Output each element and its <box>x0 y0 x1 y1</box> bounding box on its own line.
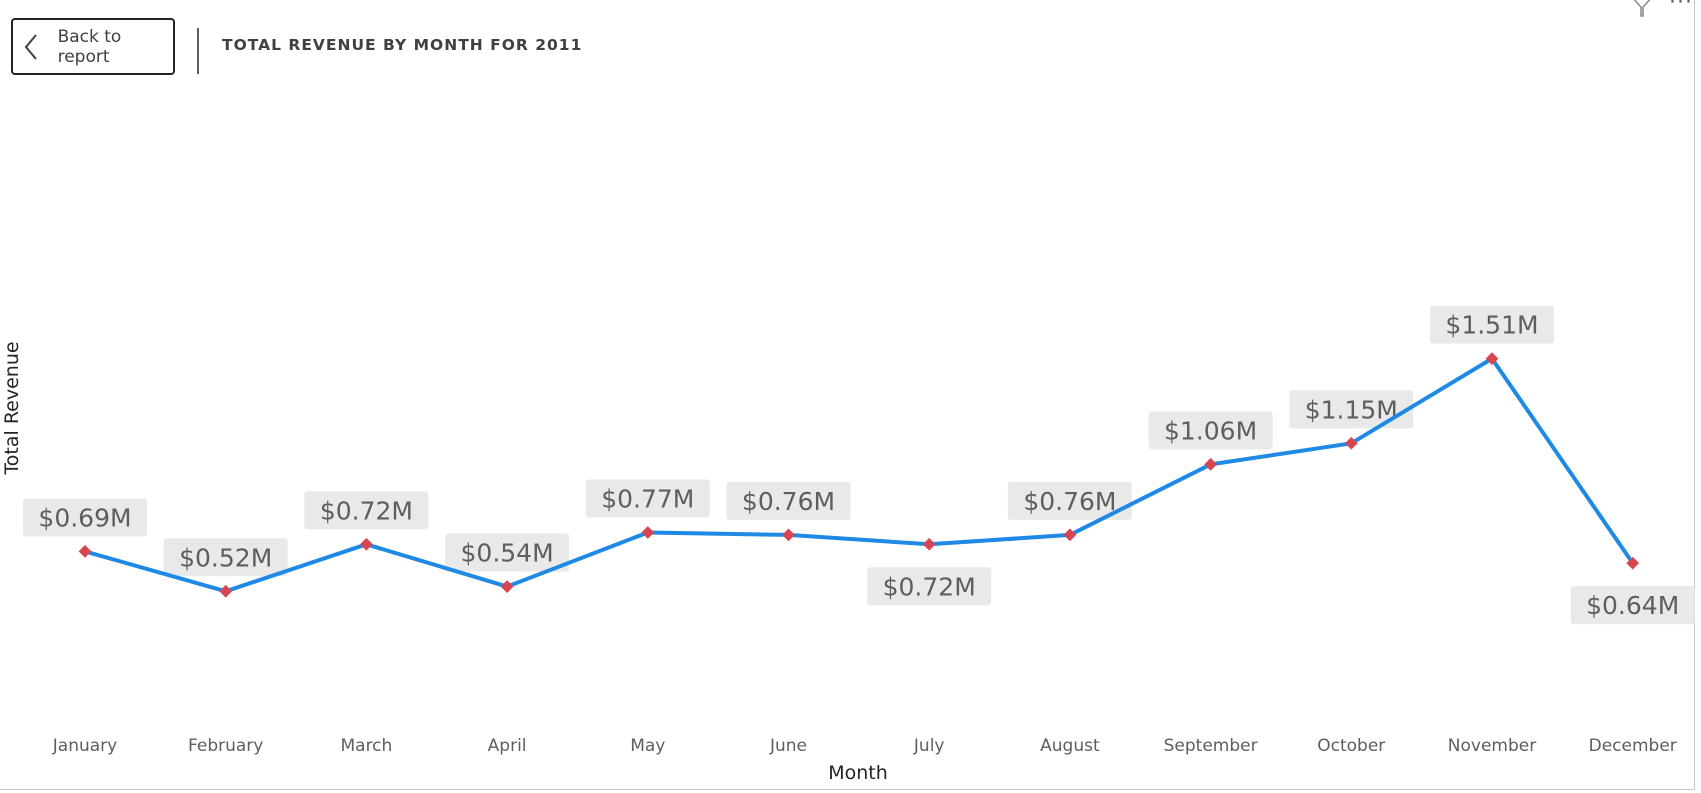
x-axis-ticks: January February March April May June July Augu… <box>52 736 1677 756</box>
data-point-marker[interactable] <box>922 537 936 551</box>
x-tick-label: April <box>488 736 527 756</box>
data-point-marker[interactable] <box>782 528 795 542</box>
data-label-text: $0.72M <box>883 572 976 601</box>
y-axis-title: Total Revenue <box>1 341 23 475</box>
data-label: $0.72M <box>304 491 429 530</box>
x-axis-title: Month <box>828 762 888 784</box>
x-tick-label: February <box>188 736 263 756</box>
x-tick-label: May <box>630 736 665 756</box>
data-label: $0.77M <box>585 479 710 518</box>
line-chart: $0.69M $0.52M $0.72M $0.54M $0.77M $0.76M $0.7… <box>1 305 1695 784</box>
x-tick-label: November <box>1448 736 1536 756</box>
data-label: $0.52M <box>163 538 288 577</box>
data-label-text: $0.54M <box>461 539 554 568</box>
data-label: $1.15M <box>1289 390 1414 429</box>
data-point-marker[interactable] <box>219 584 233 598</box>
x-tick-label: June <box>769 736 807 756</box>
data-label-text: $0.52M <box>179 543 272 572</box>
data-label-text: $0.72M <box>320 496 413 525</box>
x-tick-label: August <box>1040 736 1100 756</box>
data-label: $0.72M <box>867 567 992 606</box>
data-label-text: $0.76M <box>1023 487 1116 516</box>
x-tick-label: October <box>1317 736 1385 756</box>
x-tick-label: July <box>913 736 945 756</box>
data-label-text: $0.64M <box>1586 591 1679 620</box>
data-label: $0.69M <box>23 498 147 537</box>
data-point-marker[interactable] <box>641 526 655 539</box>
data-label-text: $1.06M <box>1164 416 1257 445</box>
x-tick-label: March <box>340 736 392 756</box>
data-label-text: $0.69M <box>38 503 131 532</box>
data-point-marker[interactable] <box>78 545 92 558</box>
x-tick-label: January <box>52 736 117 756</box>
data-label: $1.06M <box>1148 411 1273 450</box>
data-label-text: $0.77M <box>601 485 694 514</box>
data-point-marker[interactable] <box>500 580 514 593</box>
x-tick-label: September <box>1164 736 1258 756</box>
data-label: $0.64M <box>1570 586 1695 625</box>
data-label: $0.54M <box>445 533 570 572</box>
data-point-marker[interactable] <box>360 537 373 551</box>
data-label-text: $1.51M <box>1445 311 1538 340</box>
data-label-text: $1.15M <box>1305 395 1398 424</box>
data-label: $1.51M <box>1430 305 1554 344</box>
data-label: $0.76M <box>726 481 851 520</box>
data-label-text: $0.76M <box>742 487 835 516</box>
x-tick-label: December <box>1589 736 1677 756</box>
